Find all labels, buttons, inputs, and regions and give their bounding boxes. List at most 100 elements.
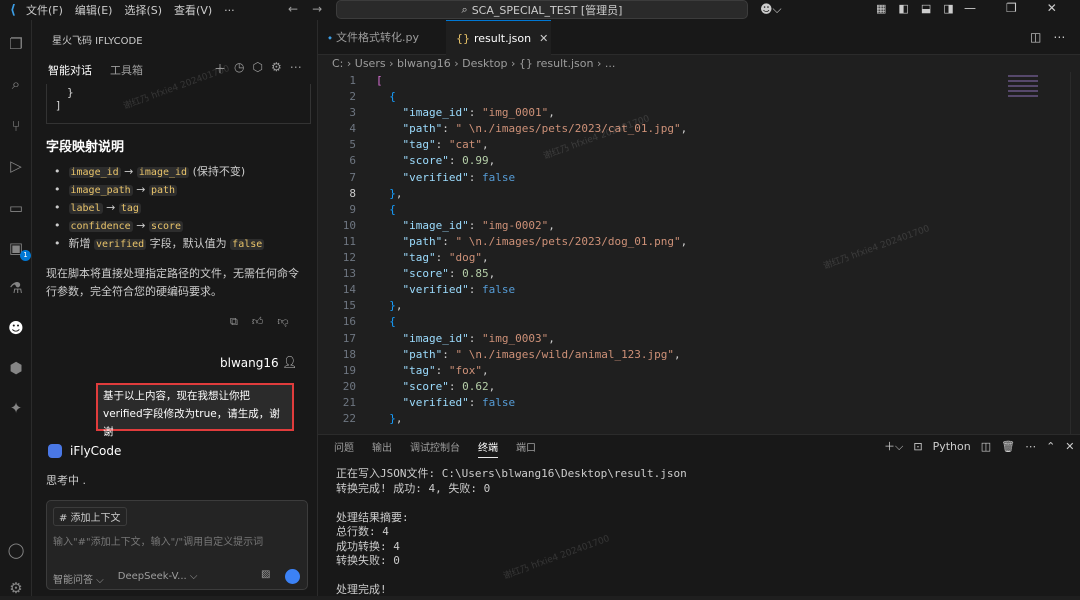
line-number: 11 <box>342 234 356 248</box>
chat-input-placeholder[interactable]: 输入"#"添加上下文，输入"/"调用自定义提示词 <box>53 533 263 548</box>
send-button[interactable] <box>285 569 300 584</box>
code-text: "score": 0.62, <box>402 379 496 393</box>
model-select[interactable]: DeepSeek-V... ⌵ <box>118 571 198 586</box>
breadcrumb[interactable]: C: › Users › blwang16 › Desktop › {} res… <box>332 55 615 73</box>
thumbs-down-icon[interactable]: 👎︎ <box>277 315 288 329</box>
source-control-icon[interactable]: ⑂ <box>4 114 28 138</box>
minimize-icon[interactable]: — <box>964 1 976 15</box>
iflycode-icon[interactable]: ☻ <box>4 316 28 340</box>
tab-debug-console[interactable]: 调试控制台 <box>410 439 460 458</box>
tab-file-json[interactable]: {} result.json ✕ <box>446 20 551 55</box>
tab-terminal[interactable]: 终端 <box>478 439 498 458</box>
split-editor-icon[interactable]: ◫ <box>1030 30 1053 44</box>
code-line[interactable]: 12 "tag": "dog", <box>318 250 1018 266</box>
code-line[interactable]: 5 "tag": "cat", <box>318 137 1018 153</box>
history-icon[interactable]: ◷ <box>234 60 244 77</box>
maximize-panel-icon[interactable]: ⌃ <box>1046 440 1055 453</box>
restore-icon[interactable]: ❐ <box>1006 1 1017 15</box>
account-icon[interactable]: ◯ <box>4 538 28 562</box>
code-line[interactable]: 7 "verified": false <box>318 170 1018 186</box>
code-line[interactable]: 6 "score": 0.99, <box>318 153 1018 169</box>
code-line[interactable]: 22 }, <box>318 411 1018 427</box>
code-editor[interactable]: 1[2 {3 "image_id": "img_0001", 4 "path": … <box>318 73 1018 427</box>
toggle-panel-icon[interactable]: ⬓ <box>921 2 931 15</box>
tab-file-python[interactable]: ⬩ 文件格式转化.py <box>318 20 446 55</box>
editor-scrollbar[interactable] <box>1070 72 1080 434</box>
command-center[interactable]: ⌕ SCA_SPECIAL_TEST [管理员] <box>336 0 748 19</box>
trash-icon[interactable]: 🗑︎ <box>1001 440 1015 453</box>
chat-input-options: 智能问答 ⌵ DeepSeek-V... ⌵ <box>53 571 197 586</box>
run-debug-icon[interactable]: ▷ <box>4 154 28 178</box>
ext2-icon[interactable]: ✦ <box>4 396 28 420</box>
menu-selection[interactable]: 选择(S) <box>124 2 162 18</box>
search-icon[interactable]: ⌕ <box>4 72 28 96</box>
menu-more[interactable]: ··· <box>224 4 235 17</box>
menu-file[interactable]: 文件(F) <box>26 2 63 18</box>
minimap[interactable] <box>1008 72 1038 112</box>
tab-toolbox[interactable]: 工具箱 <box>110 62 143 78</box>
line-number: 17 <box>342 331 356 345</box>
thumbs-up-icon[interactable]: 👍︎ <box>252 315 264 329</box>
code-line[interactable]: 14 "verified": false <box>318 282 1018 298</box>
code-line[interactable]: 13 "score": 0.85, <box>318 266 1018 282</box>
line-number: 16 <box>342 315 356 329</box>
explorer-icon[interactable]: ❐ <box>4 32 28 56</box>
tab-smart-chat[interactable]: 智能对话 <box>48 62 92 78</box>
mode-select[interactable]: 智能问答 ⌵ <box>53 571 104 586</box>
code-line[interactable]: 3 "image_id": "img_0001", <box>318 105 1018 121</box>
editor-tabs: ⬩ 文件格式转化.py {} result.json ✕ ◫⋯ <box>318 20 1080 55</box>
tab-problems[interactable]: 问题 <box>334 439 354 458</box>
close-tab-icon[interactable]: ✕ <box>539 32 548 45</box>
code-line[interactable]: 4 "path": " \n./images/pets/2023/cat_01.… <box>318 121 1018 137</box>
settings-icon[interactable]: ⚙ <box>4 576 28 600</box>
copilot-icon[interactable]: ☻⌵ <box>760 2 782 17</box>
gear-icon[interactable]: ⚙ <box>271 60 282 77</box>
more-actions-icon[interactable]: ⋯ <box>1053 30 1077 44</box>
code-line[interactable]: 9 { <box>318 202 1018 218</box>
back-arrow-icon[interactable]: ← <box>288 2 312 16</box>
code-line[interactable]: 18 "path": " \n./images/wild/animal_123.… <box>318 347 1018 363</box>
code-line[interactable]: 16 { <box>318 314 1018 330</box>
testing-icon[interactable]: ⚗ <box>4 276 28 300</box>
split-terminal-icon[interactable]: ◫ <box>981 440 991 453</box>
close-window-icon[interactable]: ✕ <box>1047 1 1057 15</box>
code-line[interactable]: 2 { <box>318 89 1018 105</box>
plugin-icon[interactable]: ⬡ <box>253 60 263 77</box>
code-text: "image_id": "img-0002", <box>402 218 555 232</box>
toggle-sidebar-icon[interactable]: ◧ <box>898 2 908 15</box>
tab-output[interactable]: 输出 <box>372 439 392 458</box>
tab-label: result.json <box>474 32 532 45</box>
close-panel-icon[interactable]: ✕ <box>1065 440 1074 453</box>
add-context-button[interactable]: # 添加上下文 <box>53 507 127 526</box>
code-line[interactable]: 20 "score": 0.62, <box>318 379 1018 395</box>
code-text: }, <box>389 299 403 313</box>
forward-arrow-icon[interactable]: → <box>312 2 336 16</box>
more-icon[interactable]: ⋯ <box>290 60 302 77</box>
panel-more-icon[interactable]: ⋯ <box>1025 440 1036 453</box>
chat-input-box[interactable]: # 添加上下文 输入"#"添加上下文，输入"/"调用自定义提示词 智能问答 ⌵ … <box>46 500 308 590</box>
remote-explorer-icon[interactable]: ▭ <box>4 196 28 220</box>
image-upload-icon[interactable]: ▨ <box>261 569 270 580</box>
toggle-secondary-sidebar-icon[interactable]: ◨ <box>943 2 953 15</box>
copy-icon[interactable]: ⧉ <box>230 315 238 329</box>
code-line[interactable]: 21 "verified": false <box>318 395 1018 411</box>
tab-ports[interactable]: 端口 <box>516 439 536 458</box>
code-line[interactable]: 15 }, <box>318 298 1018 314</box>
code-line[interactable]: 17 "image_id": "img_0003", <box>318 331 1018 347</box>
terminal-profile-label[interactable]: Python <box>933 440 971 453</box>
line-number: 21 <box>342 395 356 409</box>
code-text: "tag": "fox", <box>402 363 489 377</box>
line-number: 8 <box>349 186 356 200</box>
new-terminal-icon[interactable]: ＋⌵ <box>884 438 903 454</box>
line-number: 20 <box>342 379 356 393</box>
code-line[interactable]: 19 "tag": "fox", <box>318 363 1018 379</box>
code-line[interactable]: 8 }, <box>318 186 1018 202</box>
extensions-icon[interactable]: ▣ 1 <box>4 236 31 261</box>
code-line[interactable]: 1[ <box>318 73 1018 89</box>
title-bar: ⟨ 文件(F) 编辑(E) 选择(S) 查看(V) ··· ←→ ⌕ SCA_S… <box>0 0 1080 20</box>
menu-view[interactable]: 查看(V) <box>174 2 212 18</box>
code-text: "image_id": "img_0001", <box>402 106 555 120</box>
ext-icon[interactable]: ⬢ <box>4 356 28 380</box>
menu-edit[interactable]: 编辑(E) <box>75 2 113 18</box>
customize-layout-icon[interactable]: ▦ <box>876 2 886 15</box>
